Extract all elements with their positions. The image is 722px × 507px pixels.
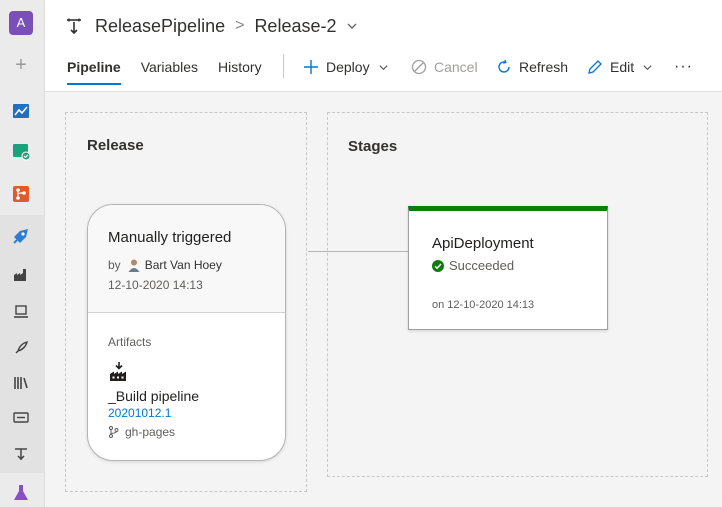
more-actions-button[interactable]: ··· — [674, 57, 693, 77]
edit-label: Edit — [610, 59, 635, 75]
release-panel-title: Release — [87, 137, 144, 154]
artifact-name: _Build pipeline — [108, 388, 200, 404]
chevron-down-icon — [643, 64, 652, 70]
avatar — [128, 259, 140, 272]
cancel-icon — [411, 59, 427, 75]
branch-icon — [109, 426, 119, 438]
builds-icon[interactable] — [11, 265, 31, 285]
breadcrumb-separator: > — [235, 17, 245, 34]
tab-history[interactable]: History — [218, 59, 262, 85]
by-label: by — [108, 258, 121, 272]
deploy-button[interactable]: Deploy — [303, 57, 396, 77]
edit-button[interactable]: Edit — [587, 57, 660, 77]
tab-variables[interactable]: Variables — [141, 59, 198, 85]
stage-status-text: Succeeded — [449, 258, 515, 273]
cancel-button[interactable]: Cancel — [411, 57, 478, 77]
overview-icon[interactable] — [11, 101, 31, 121]
artifact-version-link[interactable]: 20201012.1 — [108, 406, 171, 420]
stage-card-apideployment[interactable]: ApiDeployment Succeeded on 12-10-2020 14… — [408, 206, 608, 330]
artifacts-label: Artifacts — [108, 335, 152, 349]
left-nav-rail: A + — [0, 0, 45, 507]
pencil-icon — [588, 60, 602, 74]
release-pipeline-icon — [67, 18, 81, 35]
tab-pipeline[interactable]: Pipeline — [67, 59, 121, 85]
repos-icon[interactable] — [11, 184, 31, 204]
stage-completed-date: on 12-10-2020 14:13 — [432, 299, 535, 311]
toolbar-divider — [283, 54, 284, 78]
test-plans-icon[interactable] — [11, 483, 31, 503]
success-check-icon — [432, 259, 444, 272]
refresh-icon — [498, 59, 510, 73]
pipelines-icon[interactable] — [11, 226, 31, 246]
author-name: Bart Van Hoey — [144, 258, 222, 272]
refresh-label: Refresh — [519, 59, 569, 75]
tab-bar: Pipeline Variables History — [67, 59, 282, 85]
page-header: ReleasePipeline > Release-2 Pipeline Var… — [45, 0, 722, 92]
chevron-down-icon[interactable] — [346, 20, 358, 32]
release-date: 12-10-2020 14:13 — [108, 278, 203, 292]
chevron-down-icon — [379, 64, 388, 70]
deployment-groups-icon[interactable] — [11, 302, 31, 322]
build-artifact-icon — [110, 362, 126, 381]
deploy-label: Deploy — [326, 59, 370, 75]
cancel-label: Cancel — [434, 59, 478, 75]
library-icon[interactable] — [11, 373, 31, 393]
breadcrumb: ReleasePipeline > Release-2 — [65, 14, 358, 38]
releases-icon[interactable] — [11, 338, 31, 358]
refresh-button[interactable]: Refresh — [496, 57, 568, 77]
release-name[interactable]: Release-2 — [254, 16, 336, 37]
stage-name: ApiDeployment — [432, 235, 534, 252]
release-pipelines-icon[interactable] — [11, 444, 31, 464]
branch-name: gh-pages — [125, 425, 176, 439]
artifact-branch: gh-pages — [108, 425, 175, 439]
org-avatar[interactable]: A — [9, 11, 33, 35]
release-card[interactable]: Manually triggered by Bart Van Hoey 12-1… — [87, 204, 286, 461]
pipeline-name-link[interactable]: ReleasePipeline — [95, 16, 225, 37]
boards-icon[interactable] — [11, 141, 31, 161]
task-groups-icon[interactable] — [11, 408, 31, 428]
trigger-text: Manually triggered — [108, 229, 232, 246]
new-project-icon[interactable]: + — [11, 55, 31, 75]
stage-status: Succeeded — [432, 258, 514, 273]
stages-panel-title: Stages — [348, 138, 398, 155]
plus-icon — [304, 60, 318, 74]
release-author: by Bart Van Hoey — [108, 258, 222, 272]
